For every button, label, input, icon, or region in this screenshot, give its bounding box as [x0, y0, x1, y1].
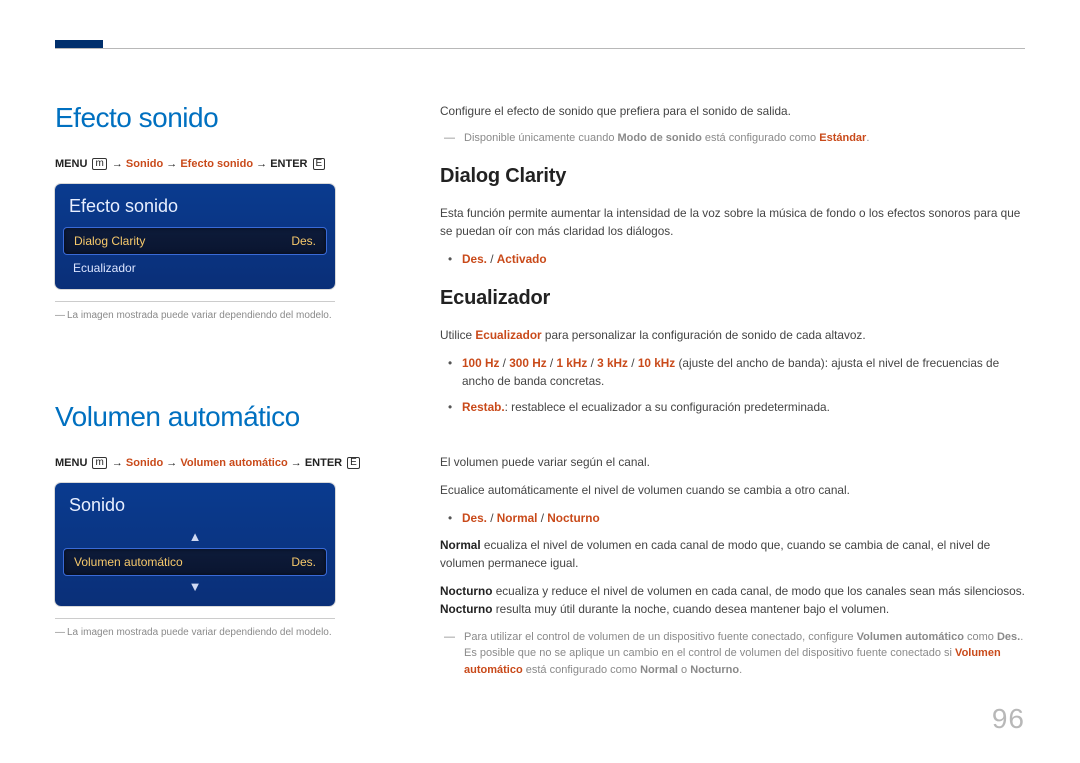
osd-row-value: Des.	[291, 555, 316, 569]
volumen-p2: Ecualice automáticamente el nivel de vol…	[440, 481, 1025, 499]
crumb-enter: ENTER	[270, 158, 307, 170]
enter-icon: E	[347, 457, 360, 469]
crumb-path: Sonido	[126, 158, 163, 170]
osd-sonido: Sonido ▲ Volumen automático Des. ▼	[55, 483, 335, 606]
intro-text: Configure el efecto de sonido que prefie…	[440, 102, 1025, 120]
ecualizador-reset: Restab.: restablece el ecualizador a su …	[444, 398, 1025, 416]
volumen-normal-text: Normal ecualiza el nivel de volumen en c…	[440, 536, 1025, 573]
volumen-options: Des. / Normal / Nocturno	[444, 509, 1025, 527]
caption-rule	[55, 301, 335, 302]
osd-row-dialog-clarity[interactable]: Dialog Clarity Des.	[63, 227, 327, 255]
breadcrumb-volumen: MENU m → Sonido → Volumen automático → E…	[55, 457, 400, 469]
caption-label: La imagen mostrada puede variar dependie…	[67, 627, 332, 638]
caption-rule	[55, 618, 335, 619]
osd-title: Sonido	[63, 493, 327, 526]
caption-text: ―La imagen mostrada puede variar dependi…	[55, 308, 355, 323]
crumb-path: Volumen automático	[180, 457, 287, 469]
crumb-path: Efecto sonido	[180, 158, 253, 170]
enter-icon: E	[313, 158, 326, 170]
crumb-menu: MENU	[55, 457, 87, 469]
header-tab	[55, 40, 103, 48]
breadcrumb-efecto: MENU m → Sonido → Efecto sonido → ENTER …	[55, 158, 400, 170]
volumen-p1: El volumen puede variar según el canal.	[440, 453, 1025, 471]
right-column: Configure el efecto de sonido que prefie…	[440, 102, 1025, 688]
heading-volumen-automatico: Volumen automático	[55, 401, 400, 433]
crumb-enter: ENTER	[305, 457, 342, 469]
menu-icon: m	[92, 457, 106, 469]
osd-scroll-down[interactable]: ▼	[63, 576, 327, 598]
left-column: Efecto sonido MENU m → Sonido → Efecto s…	[55, 102, 400, 688]
chevron-up-icon: ▲	[189, 529, 202, 544]
osd-title: Efecto sonido	[63, 194, 327, 227]
dialog-clarity-text: Esta función permite aumentar la intensi…	[440, 204, 1025, 241]
ecualizador-bands: 100 Hz / 300 Hz / 1 kHz / 3 kHz / 10 kHz…	[444, 354, 1025, 391]
crumb-menu: MENU	[55, 158, 87, 170]
page: Efecto sonido MENU m → Sonido → Efecto s…	[0, 0, 1080, 688]
page-number: 96	[992, 703, 1025, 735]
osd-row-label: Volumen automático	[74, 555, 183, 569]
osd-row-volumen-automatico[interactable]: Volumen automático Des.	[63, 548, 327, 576]
osd-row-value: Des.	[291, 234, 316, 248]
heading-efecto-sonido: Efecto sonido	[55, 102, 400, 134]
heading-ecualizador: Ecualizador	[440, 283, 1025, 314]
caption-label: La imagen mostrada puede variar dependie…	[67, 310, 332, 321]
caption-text: ―La imagen mostrada puede variar dependi…	[55, 625, 355, 640]
crumb-path: Sonido	[126, 457, 163, 469]
osd-efecto-sonido: Efecto sonido Dialog Clarity Des. Ecuali…	[55, 184, 335, 289]
dialog-clarity-options: Des. / Activado	[444, 250, 1025, 268]
volumen-nocturno-text: Nocturno ecualiza y reduce el nivel de v…	[440, 582, 1025, 619]
note-volumen-automatico: Para utilizar el control de volumen de u…	[440, 629, 1025, 679]
osd-row-label: Ecualizador	[73, 261, 136, 275]
osd-row-label: Dialog Clarity	[74, 234, 145, 248]
osd-row-ecualizador[interactable]: Ecualizador	[63, 255, 327, 281]
menu-icon: m	[92, 158, 106, 170]
note-modo-sonido: Disponible únicamente cuando Modo de son…	[440, 130, 1025, 147]
ecualizador-text: Utilice Ecualizador para personalizar la…	[440, 326, 1025, 344]
chevron-down-icon: ▼	[189, 579, 202, 594]
osd-scroll-up[interactable]: ▲	[63, 526, 327, 548]
heading-dialog-clarity: Dialog Clarity	[440, 161, 1025, 192]
header-rule	[55, 48, 1025, 49]
